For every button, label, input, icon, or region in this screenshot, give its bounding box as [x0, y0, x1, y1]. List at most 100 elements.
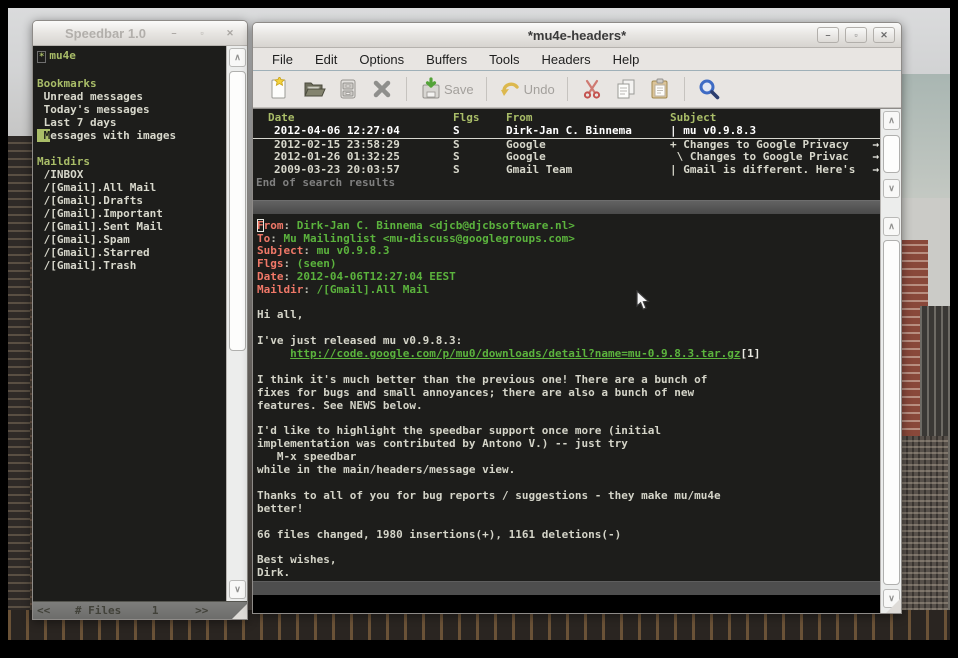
header-row[interactable]: 2012-04-06 12:27:04SDirk-Jan C. Binnema|…: [253, 125, 880, 139]
speedbar-item--gmail-spam[interactable]: /[Gmail].Spam: [37, 233, 226, 246]
column-subject[interactable]: Subject: [670, 112, 880, 125]
scroll-up-icon[interactable]: ∧: [883, 217, 900, 236]
speedbar-status-bar[interactable]: << # Files 1 >>: [33, 601, 247, 619]
speedbar-section-header: Maildirs: [37, 155, 226, 168]
menu-item-headers[interactable]: Headers: [530, 50, 601, 69]
close-icon[interactable]: ✕: [873, 27, 895, 43]
emacs-window: *mu4e-headers* – ▫ ✕ FileEditOptionsBuff…: [252, 22, 902, 614]
minimize-icon[interactable]: –: [817, 27, 839, 43]
cut-button[interactable]: [575, 75, 609, 103]
speedbar-item--gmail-all-mail[interactable]: /[Gmail].All Mail: [37, 181, 226, 194]
copy-icon: [614, 77, 638, 101]
speedbar-root-item[interactable]: *mu4e: [37, 49, 226, 64]
toolbar-separator: [567, 77, 568, 101]
desktop: Speedbar 1.0 – ▫ ✕ *mu4eBookmarks Unread…: [0, 0, 958, 658]
close-x-icon: [370, 77, 394, 101]
text-cursor: F: [257, 219, 264, 232]
save-button-label: Save: [444, 82, 474, 97]
file-cabinet-icon: [336, 77, 360, 101]
scrollbar-thumb[interactable]: [229, 71, 246, 351]
maximize-icon[interactable]: ▫: [845, 27, 867, 43]
toolbar-separator: [406, 77, 407, 101]
message-body: Hi all, I've just released mu v0.9.8.3:: [257, 309, 880, 348]
search-icon: [697, 77, 721, 101]
menu-item-tools[interactable]: Tools: [478, 50, 530, 69]
headers-footer: End of search results: [253, 177, 880, 190]
speedbar-item-messages-with-images[interactable]: Messages with images: [37, 129, 226, 142]
resize-grip[interactable]: [232, 604, 247, 619]
resize-grip[interactable]: [886, 598, 901, 613]
message-header-maildir: Maildir: /[Gmail].All Mail: [257, 284, 880, 297]
message-header-subject: Subject: mu v0.9.8.3: [257, 245, 880, 258]
view-modeline[interactable]: U:%*-*mu4e-view*Top L1(mu4e:view): [253, 581, 880, 595]
toolbar-separator: [684, 77, 685, 101]
paste-button[interactable]: [643, 75, 677, 103]
menu-item-file[interactable]: File: [261, 50, 304, 69]
undo-button-label: Undo: [524, 82, 555, 97]
open-folder-icon: [302, 77, 326, 101]
scroll-down-icon[interactable]: ∨: [883, 179, 900, 198]
toolbar: Save Undo: [253, 71, 901, 108]
truncation-arrow-icon: →: [872, 164, 879, 177]
speedbar-item-today-s-messages[interactable]: Today's messages: [37, 103, 226, 116]
speedbar-status-right[interactable]: >>: [195, 602, 208, 619]
column-flags[interactable]: Flgs: [453, 112, 506, 125]
emacs-titlebar[interactable]: *mu4e-headers* – ▫ ✕: [253, 23, 901, 48]
link-indent: [257, 347, 290, 360]
undo-icon: [499, 77, 523, 101]
menu-item-buffers[interactable]: Buffers: [415, 50, 478, 69]
scrollbar-thumb[interactable]: [883, 240, 900, 585]
dired-button[interactable]: [331, 75, 365, 103]
menu-bar: FileEditOptionsBuffersToolsHeadersHelp: [253, 48, 901, 71]
speedbar-item--gmail-sent-mail[interactable]: /[Gmail].Sent Mail: [37, 220, 226, 233]
search-button[interactable]: [692, 75, 726, 103]
emacs-window-title: *mu4e-headers*: [253, 28, 901, 43]
column-from[interactable]: From: [506, 112, 670, 125]
speedbar-content: *mu4eBookmarks Unread messages Today's m…: [33, 46, 226, 601]
open-file-button[interactable]: [297, 75, 331, 103]
scroll-up-icon[interactable]: ∧: [229, 48, 246, 67]
link-footnote-ref: [1]: [740, 347, 760, 360]
copy-button[interactable]: [609, 75, 643, 103]
minibuffer-echo-area[interactable]: [253, 595, 880, 613]
minimize-icon[interactable]: –: [163, 25, 185, 41]
close-buffer-button[interactable]: [365, 75, 399, 103]
toolbar-separator: [486, 77, 487, 101]
header-row[interactable]: 2009-03-23 20:03:57SGmail Team| Gmail is…: [253, 164, 880, 177]
headers-modeline[interactable]: U:%*-*mu4e-headers*All L1(mu4e-headers B…: [253, 200, 880, 214]
speedbar-item--gmail-starred[interactable]: /[Gmail].Starred: [37, 246, 226, 259]
new-file-button[interactable]: [263, 75, 297, 103]
speedbar-item-unread-messages[interactable]: Unread messages: [37, 90, 226, 103]
headers-column-row: Date Flgs From Subject: [253, 112, 880, 125]
speedbar-item-last-7-days[interactable]: Last 7 days: [37, 116, 226, 129]
speedbar-titlebar[interactable]: Speedbar 1.0 – ▫ ✕: [33, 21, 247, 46]
mouse-cursor: [636, 290, 650, 311]
speedbar-item--gmail-trash[interactable]: /[Gmail].Trash: [37, 259, 226, 272]
speedbar-window: Speedbar 1.0 – ▫ ✕ *mu4eBookmarks Unread…: [32, 20, 248, 620]
close-icon[interactable]: ✕: [219, 25, 241, 41]
release-download-link[interactable]: http://code.google.com/p/mu0/downloads/d…: [290, 347, 740, 360]
emacs-scrollbar[interactable]: ∧ ∨ ∧ ∨: [880, 109, 901, 613]
speedbar-item--gmail-drafts[interactable]: /[Gmail].Drafts: [37, 194, 226, 207]
speedbar-item--inbox[interactable]: /INBOX: [37, 168, 226, 181]
scroll-up-icon[interactable]: ∧: [883, 111, 900, 130]
speedbar-status-left[interactable]: <<: [37, 602, 50, 619]
headers-pane: Date Flgs From Subject 2012-04-06 12:27:…: [253, 109, 880, 200]
speedbar-scrollbar[interactable]: ∧ ∨: [226, 46, 247, 601]
save-button[interactable]: Save: [414, 75, 479, 103]
column-date[interactable]: Date: [268, 112, 453, 125]
scrollbar-thumb[interactable]: [883, 135, 900, 173]
scroll-down-icon[interactable]: ∨: [229, 580, 246, 599]
message-body: I think it's much better than the previo…: [257, 361, 880, 580]
menu-item-options[interactable]: Options: [348, 50, 415, 69]
speedbar-status-label: # Files: [75, 602, 121, 619]
menu-item-help[interactable]: Help: [602, 50, 651, 69]
speedbar-item--gmail-important[interactable]: /[Gmail].Important: [37, 207, 226, 220]
message-link-line: http://code.google.com/p/mu0/downloads/d…: [257, 348, 880, 361]
message-view-pane: From: Dirk-Jan C. Binnema <djcb@djcbsoft…: [253, 214, 880, 581]
maximize-icon[interactable]: ▫: [191, 25, 213, 41]
menu-item-edit[interactable]: Edit: [304, 50, 348, 69]
expand-icon[interactable]: *: [37, 51, 46, 63]
new-file-icon: [268, 77, 292, 101]
undo-button[interactable]: Undo: [494, 75, 560, 103]
